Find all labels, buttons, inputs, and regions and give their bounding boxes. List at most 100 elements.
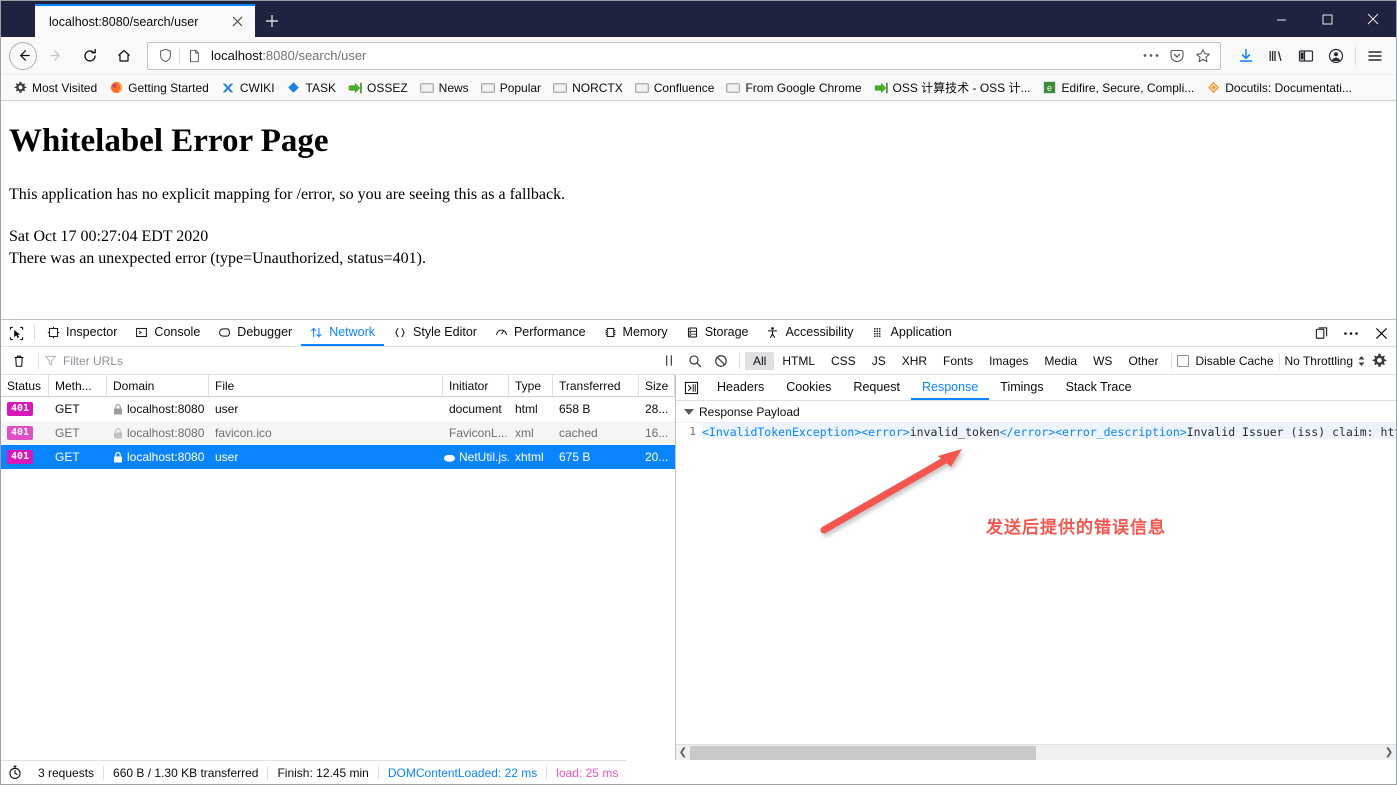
cell-initiator[interactable]: NetUtil.js... <box>443 445 509 469</box>
type-filter-fonts[interactable]: Fonts <box>935 352 981 370</box>
type-filter-other[interactable]: Other <box>1120 352 1166 370</box>
scroll-left-arrow-icon[interactable]: ❮ <box>676 747 690 758</box>
tab-inspector[interactable]: Inspector <box>38 320 126 346</box>
bookmark-confluence[interactable]: Confluence <box>629 79 721 97</box>
column-header-type[interactable]: Type <box>509 374 553 397</box>
tab-accessibility[interactable]: Accessibility <box>757 320 862 346</box>
type-filter-xhr[interactable]: XHR <box>894 352 935 370</box>
account-icon[interactable] <box>1321 41 1351 71</box>
type-filter-html[interactable]: HTML <box>774 352 823 370</box>
table-row[interactable]: 401 GET localhost:8080 favicon.ico Favic… <box>1 421 675 445</box>
shield-icon[interactable] <box>152 43 178 69</box>
type-filter-js[interactable]: JS <box>864 352 894 370</box>
cell-initiator[interactable]: FaviconL... <box>443 421 509 445</box>
table-row[interactable]: 401 GET localhost:8080 user document htm… <box>1 397 675 421</box>
column-header-status[interactable]: Status <box>1 374 49 397</box>
checkbox-box[interactable] <box>1177 354 1190 367</box>
bookmark-news[interactable]: News <box>414 79 475 97</box>
details-tab-cookies[interactable]: Cookies <box>775 375 842 400</box>
tab-memory[interactable]: Memory <box>595 320 677 346</box>
table-row[interactable]: 401 GET localhost:8080 user NetUtil.js..… <box>1 445 675 469</box>
tab-application[interactable]: Application <box>863 320 961 346</box>
page-actions-icon[interactable] <box>1138 43 1164 69</box>
type-filter-all[interactable]: All <box>744 351 775 370</box>
details-horizontal-scrollbar[interactable]: ❮ ❯ <box>676 744 1396 760</box>
details-tab-request[interactable]: Request <box>842 375 911 400</box>
bookmark-norctx[interactable]: NORCTX <box>547 79 629 97</box>
details-tab-response[interactable]: Response <box>910 375 990 400</box>
back-button[interactable] <box>9 41 37 70</box>
tab-style-editor[interactable]: Style Editor <box>384 320 486 346</box>
url-bar[interactable]: localhost:8080/search/user <box>147 41 1221 70</box>
tab-close-icon[interactable] <box>227 12 247 32</box>
network-settings-gear-icon[interactable] <box>1366 353 1392 368</box>
bookmark-star-icon[interactable] <box>1190 43 1216 69</box>
dock-to-side-icon[interactable] <box>1306 326 1336 341</box>
bookmark-task[interactable]: TASK <box>281 79 342 97</box>
bookmark-from-google-chrome[interactable]: From Google Chrome <box>720 79 867 97</box>
scroll-right-arrow-icon[interactable]: ❯ <box>1382 747 1396 758</box>
details-tab-timings[interactable]: Timings <box>989 375 1054 400</box>
downloads-icon[interactable] <box>1231 41 1261 71</box>
type-filter-css[interactable]: CSS <box>823 352 864 370</box>
minimize-button[interactable] <box>1258 1 1304 37</box>
more-options-icon[interactable] <box>1336 331 1366 336</box>
menu-icon[interactable] <box>1360 41 1390 71</box>
filter-divider-3 <box>1171 352 1173 369</box>
pause-icon[interactable] <box>656 354 682 367</box>
bookmark-edifire[interactable]: e Edifire, Secure, Compli... <box>1037 79 1201 97</box>
column-header-size[interactable]: Size <box>639 374 675 397</box>
status-badge: 401 <box>7 450 34 464</box>
column-header-method[interactable]: Meth... <box>49 374 107 397</box>
disable-cache-checkbox[interactable]: Disable Cache <box>1177 354 1274 368</box>
details-tab-headers[interactable]: Headers <box>706 375 775 400</box>
column-header-file[interactable]: File <box>209 374 443 397</box>
search-icon[interactable] <box>682 354 708 368</box>
details-tab-stack-trace[interactable]: Stack Trace <box>1055 375 1143 400</box>
bookmark-docutils[interactable]: Docutils: Documentati... <box>1200 79 1358 97</box>
new-tab-button[interactable] <box>255 4 289 37</box>
reload-button[interactable] <box>75 41 105 71</box>
resend-request-icon[interactable] <box>676 375 706 400</box>
code-content[interactable]: <InvalidTokenException><error>invalid_to… <box>702 423 1396 439</box>
tab-debugger[interactable]: Debugger <box>209 320 301 346</box>
bookmark-most-visited[interactable]: Most Visited <box>7 79 103 97</box>
bookmark-popular[interactable]: Popular <box>475 79 547 97</box>
throttling-label: No Throttling <box>1284 353 1353 368</box>
firefox-icon <box>109 81 123 95</box>
scrollbar-track[interactable] <box>690 745 1382 760</box>
trash-icon[interactable] <box>5 354 33 368</box>
tab-network[interactable]: Network <box>301 320 385 346</box>
bookmark-getting-started[interactable]: Getting Started <box>103 79 215 97</box>
sidebar-icon[interactable] <box>1291 41 1321 71</box>
url-text[interactable]: localhost:8080/search/user <box>207 48 1138 63</box>
tab-storage[interactable]: Storage <box>677 320 758 346</box>
close-window-button[interactable] <box>1350 1 1396 37</box>
pocket-icon[interactable] <box>1164 43 1190 69</box>
tab-performance[interactable]: Performance <box>486 320 595 346</box>
cell-size: 16... <box>645 426 669 440</box>
bookmark-ossez[interactable]: OSSEZ <box>342 79 414 97</box>
close-devtools-icon[interactable] <box>1366 327 1396 340</box>
tab-console[interactable]: Console <box>126 320 209 346</box>
block-icon[interactable] <box>708 354 734 368</box>
bookmark-oss[interactable]: OSS 计算技术 - OSS 计... <box>868 77 1037 98</box>
type-filter-media[interactable]: Media <box>1036 352 1085 370</box>
column-header-domain[interactable]: Domain <box>107 374 209 397</box>
column-header-initiator[interactable]: Initiator <box>443 374 509 397</box>
bookmark-cwiki[interactable]: CWIKI <box>215 79 281 97</box>
page-info-icon[interactable] <box>181 43 207 69</box>
library-icon[interactable] <box>1261 41 1291 71</box>
expand-triangle-icon[interactable] <box>684 408 694 415</box>
browser-tab[interactable]: localhost:8080/search/user <box>35 4 255 37</box>
element-picker-icon[interactable] <box>1 320 31 346</box>
filter-urls-input[interactable]: Filter URLs <box>44 354 644 368</box>
home-button[interactable] <box>109 41 139 71</box>
scrollbar-thumb[interactable] <box>690 745 1036 760</box>
maximize-button[interactable] <box>1304 1 1350 37</box>
column-header-transferred[interactable]: Transferred <box>553 374 639 397</box>
throttling-select[interactable]: No Throttling <box>1285 354 1366 368</box>
type-filter-images[interactable]: Images <box>981 352 1036 370</box>
response-payload-header[interactable]: Response Payload <box>676 401 1396 423</box>
type-filter-ws[interactable]: WS <box>1085 352 1120 370</box>
